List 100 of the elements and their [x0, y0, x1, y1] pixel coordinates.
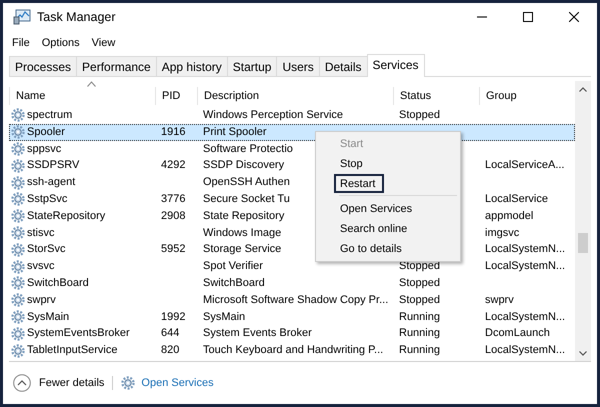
- table-cell-text: swprv: [27, 292, 56, 308]
- gear-icon: [11, 310, 25, 324]
- gear-icon: [11, 142, 25, 156]
- gear-icon: [11, 344, 25, 358]
- column-header[interactable]: Status: [393, 87, 479, 105]
- table-cell: LocalSystemN...: [485, 344, 566, 356]
- table-cell: 4292: [161, 159, 186, 172]
- table-cell-text: Spooler: [27, 124, 65, 140]
- column-header[interactable]: Name: [9, 87, 155, 105]
- menu-item[interactable]: Go to details: [334, 239, 458, 258]
- scroll-down-icon[interactable]: [579, 350, 587, 356]
- open-services-link[interactable]: Open Services: [121, 376, 214, 390]
- gear-icon: [11, 209, 25, 224]
- column-header[interactable]: Description: [197, 87, 393, 105]
- gear-icon: [11, 276, 25, 290]
- scroll-up-icon[interactable]: [579, 86, 587, 92]
- table-cell: 5952: [161, 243, 186, 256]
- table-cell: Software Protectio: [203, 142, 293, 155]
- table-cell: Windows Perception Service: [203, 109, 344, 121]
- table-cell: Microsoft Software Shadow Copy Pr...: [203, 294, 388, 306]
- table-cell: imgsvc: [485, 226, 520, 239]
- table-cell: Touch Keyboard and Handwriting P...: [203, 344, 384, 356]
- app-icon: [13, 9, 31, 25]
- scrollbar[interactable]: [575, 81, 591, 361]
- gear-icon: [11, 192, 25, 206]
- table-cell-text: stisvc: [27, 226, 54, 241]
- table-cell: LocalSystemN...: [485, 243, 566, 256]
- table-cell-text: TabletInputService: [27, 343, 118, 358]
- window-title: Task Manager: [37, 10, 117, 24]
- table-cell-text: StorSvc: [27, 242, 66, 258]
- scroll-thumb[interactable]: [578, 233, 588, 253]
- gear-icon: [11, 260, 25, 274]
- menu-item[interactable]: View: [92, 36, 116, 48]
- table-cell-text: SSDPSRV: [27, 158, 80, 174]
- table-cell: 1916: [161, 126, 186, 138]
- tab[interactable]: Performance: [76, 56, 157, 76]
- chevron-up-icon: [13, 374, 31, 392]
- table-cell: 2908: [161, 210, 186, 222]
- table-cell: Running: [399, 310, 440, 323]
- table-cell: LocalSystemN...: [485, 310, 566, 323]
- table-cell: System Events Broker: [203, 327, 312, 340]
- column-header[interactable]: PID: [155, 87, 197, 105]
- menu-item[interactable]: Restart: [334, 174, 384, 193]
- table-cell: 820: [161, 344, 180, 356]
- table-cell: 3776: [161, 192, 186, 205]
- gear-icon: [121, 376, 136, 390]
- gear-icon: [11, 176, 25, 190]
- menu-item[interactable]: Options: [42, 36, 80, 48]
- close-icon: [569, 12, 579, 22]
- fewer-details-button[interactable]: Fewer details: [13, 374, 104, 392]
- table-cell: Stopped: [399, 109, 440, 121]
- table-cell: SwitchBoard: [203, 276, 265, 289]
- table-cell: Stopped: [399, 276, 440, 289]
- table-cell-text: SstpSvc: [27, 192, 68, 207]
- table-cell: LocalService: [485, 192, 548, 205]
- gear-icon: [11, 125, 25, 140]
- table-cell-text: SwitchBoard: [27, 276, 89, 291]
- table-cell-text: spectrum: [27, 108, 72, 123]
- table-cell: DcomLaunch: [485, 327, 550, 340]
- gear-icon: [11, 242, 25, 257]
- table-cell: SSDP Discovery: [203, 159, 284, 172]
- table-cell: swprv: [485, 294, 514, 306]
- table-cell: State Repository: [203, 210, 284, 222]
- maximize-icon: [523, 12, 533, 22]
- table-cell: LocalSystemN...: [485, 260, 566, 272]
- table-cell-text: SystemEventsBroker: [27, 326, 130, 342]
- table-cell: LocalServiceA...: [485, 159, 564, 172]
- gear-icon: [11, 326, 25, 341]
- table-cell: SysMain: [203, 310, 246, 323]
- menu-item[interactable]: File: [12, 36, 30, 48]
- gear-icon: [11, 226, 25, 240]
- column-header[interactable]: Group: [479, 87, 569, 105]
- table-cell: Spot Verifier: [203, 260, 263, 272]
- tab[interactable]: Processes: [9, 56, 78, 76]
- menu-item[interactable]: Stop: [334, 154, 458, 173]
- table-cell-text: SysMain: [27, 310, 70, 325]
- tab[interactable]: App history: [156, 56, 228, 76]
- table-cell: Stopped: [399, 260, 440, 272]
- table-cell-text: svsvc: [27, 259, 54, 274]
- tab[interactable]: Startup: [226, 56, 278, 76]
- table-cell: 644: [161, 327, 180, 340]
- table-cell: Running: [399, 327, 440, 340]
- table-cell-text: StateRepository: [27, 208, 106, 224]
- table-cell: appmodel: [485, 210, 534, 222]
- table-cell: 1992: [161, 310, 186, 323]
- table-cell: Print Spooler: [203, 126, 267, 138]
- table-cell: Windows Image: [203, 226, 282, 239]
- table-cell: OpenSSH Authen: [203, 176, 290, 188]
- table-cell: Storage Service: [203, 243, 282, 256]
- table-cell: Secure Socket Tu: [203, 192, 290, 205]
- gear-icon: [11, 293, 25, 308]
- menu-item[interactable]: Open Services: [334, 199, 458, 218]
- table-cell-text: ssh-agent: [27, 175, 76, 190]
- gear-icon: [11, 108, 25, 122]
- table-cell: Running: [399, 344, 440, 356]
- tab[interactable]: Details: [318, 56, 368, 76]
- tab[interactable]: Services: [366, 54, 425, 77]
- gear-icon: [11, 158, 25, 173]
- menu-item[interactable]: Search online: [334, 219, 458, 238]
- tab[interactable]: Users: [276, 56, 320, 76]
